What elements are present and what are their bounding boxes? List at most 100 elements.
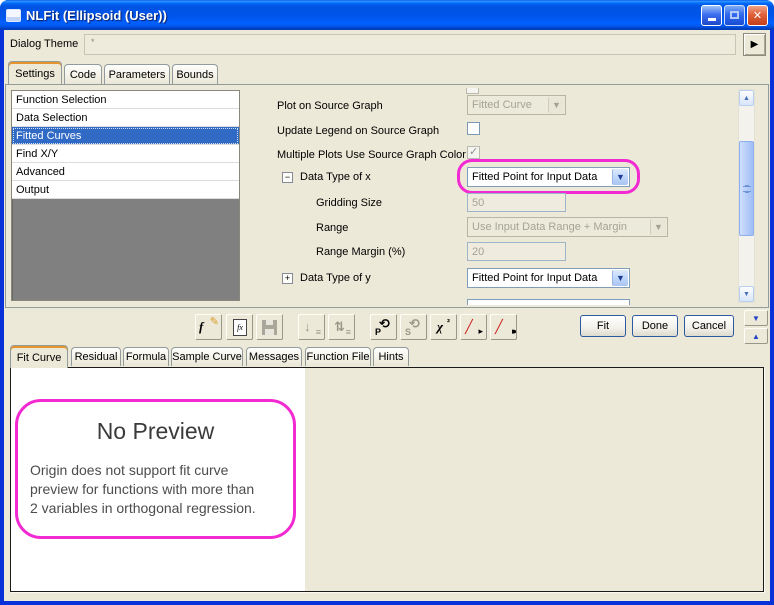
roll-up-button[interactable]: ▲ [744,328,768,344]
fit-one-iteration-button[interactable]: ╱ ▸ [460,314,487,340]
edit-function-icon: f [199,319,203,335]
scroll-up-button[interactable]: ▲ [739,90,754,106]
tab-messages[interactable]: Messages [246,347,302,366]
chevron-down-icon: ▼ [612,169,628,185]
triangle-down-icon: ▼ [752,314,760,323]
sidebar-item-function-selection[interactable]: Function Selection [12,91,239,109]
title-bar[interactable]: NLFit (Ellipsoid (User)) ✕ [0,0,774,30]
minimize-button[interactable] [701,5,722,26]
tab-code[interactable]: Code [64,64,102,84]
dialog-theme-value: * [91,37,95,47]
tab-parameters[interactable]: Parameters [104,64,170,84]
tab-formula[interactable]: Formula [123,347,169,366]
dialog-theme-label: Dialog Theme [10,38,78,50]
fit-line-icon: ╱ [465,319,473,335]
chevron-down-icon: ▼ [650,219,666,235]
scroll-down-button[interactable]: ▼ [739,286,754,302]
tab-settings[interactable]: Settings [8,61,62,84]
right-arrow-icon: ▶ [751,39,759,50]
maximize-icon [730,11,739,19]
pencil-icon: ✎ [210,315,219,337]
chi-square-icon: χ [437,319,443,335]
sort-up-icon: ⇅ [334,319,345,335]
minimize-icon [708,18,716,21]
clipped-combo [467,299,630,305]
window-title: NLFit (Ellipsoid (User)) [26,8,699,23]
sidebar-item-data-selection[interactable]: Data Selection [12,109,239,127]
maximize-button[interactable] [724,5,745,26]
scrollbar-thumb[interactable] [739,141,754,236]
dialog-theme-expand-button[interactable]: ▶ [743,33,766,56]
settings-category-list: Function Selection Data Selection Fitted… [11,90,240,301]
tab-function-file[interactable]: Function File [305,347,371,366]
data-type-y-expand-box[interactable]: + [282,273,293,284]
settings-page: Function Selection Data Selection Fitted… [5,84,769,308]
chevron-down-icon: ▼ [548,97,564,113]
multiple-plots-color-label: Multiple Plots Use Source Graph Color [277,149,466,161]
fit-until-converged-button[interactable]: ╱ ▸▸ [490,314,517,340]
clipped-checkbox [466,88,479,94]
nlfit-dialog: NLFit (Ellipsoid (User)) ✕ Dialog Theme … [0,0,774,605]
sidebar-item-fitted-curves[interactable]: Fitted Curves [12,127,239,145]
gridding-size-label: Gridding Size [316,197,382,209]
function-file-button[interactable]: fx [226,314,253,340]
chi-square-button[interactable]: χ ² [430,314,457,340]
fitted-curves-form: Plot on Source Graph Fitted Curve ▼ Upda… [248,88,736,305]
fit-line-icon: ╱ [495,319,503,335]
update-legend-label: Update Legend on Source Graph [277,125,439,137]
tab-residual[interactable]: Residual [71,347,121,366]
scroll-down-icon: ▼ [743,291,750,298]
dialog-theme-field[interactable]: * [84,34,736,55]
roll-down-button[interactable]: ▼ [744,310,768,326]
settings-scrollbar[interactable]: ▲ ▼ [738,89,755,303]
play-icon: ▸ [478,326,483,337]
data-type-y-dropdown[interactable]: Fitted Point for Input Data ▼ [467,268,630,288]
reorder-parameters-button: ⇅ ≡ [328,314,355,340]
range-margin-label: Range Margin (%) [316,246,405,258]
range-label: Range [316,222,348,234]
fast-forward-icon: ▸▸ [512,326,515,337]
sidebar-item-output[interactable]: Output [12,181,239,199]
check-icon: ✓ [469,145,478,158]
sidebar-item-advanced[interactable]: Advanced [12,163,239,181]
close-button[interactable]: ✕ [747,5,768,26]
sort-parameters-down-button: ↓ ≡ [298,314,325,340]
save-icon [262,320,277,335]
save-theme-button [256,314,283,340]
data-type-x-collapse-box[interactable]: − [282,172,293,183]
reset-settings-button: ⟲ S [400,314,427,340]
range-margin-input: 20 [467,242,566,261]
no-preview-message: Origin does not support fit curve previe… [30,461,293,518]
sidebar-item-find-xy[interactable]: Find X/Y [12,145,239,163]
sort-down-icon: ↓ [304,319,311,334]
tab-fit-curve[interactable]: Fit Curve [10,345,68,368]
dialog-content: Dialog Theme * ▶ Settings Code Parameter… [4,30,770,601]
no-preview-callout: No Preview Origin does not support fit c… [15,399,296,539]
tab-hints[interactable]: Hints [373,347,409,366]
fit-button[interactable]: Fit [580,315,626,337]
data-type-y-label: Data Type of y [300,272,371,284]
chevron-down-icon: ▼ [612,270,628,286]
plot-on-source-graph-label: Plot on Source Graph [277,100,383,112]
data-type-x-label: Data Type of x [300,171,371,183]
range-dropdown: Use Input Data Range + Margin ▼ [467,217,668,237]
fit-curve-preview-panel: No Preview Origin does not support fit c… [10,367,764,592]
app-icon [6,9,21,22]
tab-sample-curve[interactable]: Sample Curve [171,347,243,366]
multiple-plots-color-checkbox: ✓ [467,146,480,159]
update-legend-checkbox[interactable] [467,122,480,135]
done-button[interactable]: Done [632,315,678,337]
thumb-grip-icon [743,186,751,192]
no-preview-title: No Preview [18,418,293,445]
data-type-x-dropdown[interactable]: Fitted Point for Input Data ▼ [467,167,630,187]
function-file-icon: fx [233,319,247,336]
edit-function-button[interactable]: f ✎ [195,314,222,340]
scroll-up-icon: ▲ [743,95,750,102]
tab-bounds[interactable]: Bounds [172,64,218,84]
cancel-button[interactable]: Cancel [684,315,734,337]
gridding-size-input: 50 [467,193,566,212]
reinitialize-parameters-button[interactable]: ⟲ P [370,314,397,340]
triangle-up-icon: ▲ [752,332,760,341]
plot-on-source-graph-dropdown: Fitted Curve ▼ [467,95,566,115]
close-icon: ✕ [753,9,762,22]
